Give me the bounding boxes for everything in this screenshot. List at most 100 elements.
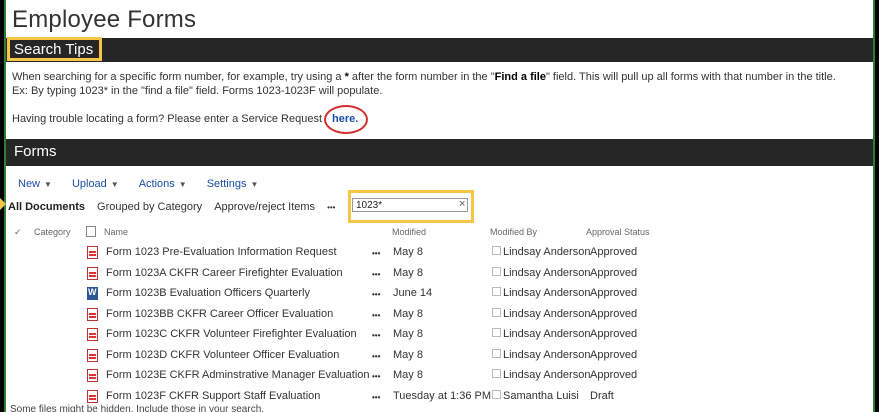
item-menu-button[interactable]: ••• bbox=[372, 311, 380, 320]
search-tips-highlight bbox=[7, 37, 102, 61]
chevron-down-icon: ▼ bbox=[250, 179, 259, 189]
service-request-text: Having trouble locating a form? Please e… bbox=[12, 113, 323, 125]
page-title: Employee Forms bbox=[12, 6, 197, 33]
clear-search-icon[interactable]: × bbox=[459, 198, 465, 210]
modified-date: May 8 bbox=[393, 348, 423, 361]
document-name-link[interactable]: Form 1023A CKFR Career Firefighter Evalu… bbox=[106, 267, 343, 279]
modified-by[interactable]: Lindsay Anderson bbox=[503, 328, 590, 340]
presence-icon bbox=[492, 369, 501, 378]
modified-by[interactable]: Lindsay Anderson bbox=[503, 246, 590, 258]
pdf-icon bbox=[87, 328, 98, 341]
item-menu-button[interactable]: ••• bbox=[372, 393, 380, 402]
item-menu-button[interactable]: ••• bbox=[372, 372, 380, 381]
tab-all-documents[interactable]: All Documents bbox=[8, 201, 85, 213]
tab-grouped-by-category[interactable]: Grouped by Category bbox=[97, 201, 202, 213]
new-label: New bbox=[18, 178, 41, 190]
table-row[interactable]: Form 1023BB CKFR Career Officer Evaluati… bbox=[6, 305, 873, 325]
tab-approve-reject[interactable]: Approve/reject Items bbox=[214, 201, 315, 213]
view-tabs: All Documents Grouped by Category Approv… bbox=[8, 201, 335, 213]
hidden-files-note: Some files might be hidden. Include thos… bbox=[10, 404, 265, 412]
document-name-link[interactable]: Form 1023F CKFR Support Staff Evaluation bbox=[106, 390, 320, 402]
modified-by[interactable]: Lindsay Anderson bbox=[503, 267, 590, 279]
modified-by[interactable]: Lindsay Anderson bbox=[503, 308, 590, 320]
item-menu-button[interactable]: ••• bbox=[372, 249, 380, 258]
approval-status: Approved bbox=[590, 266, 638, 279]
column-modified[interactable]: Modified bbox=[392, 227, 426, 237]
presence-icon bbox=[492, 246, 501, 255]
pdf-icon bbox=[87, 389, 98, 403]
pdf-icon bbox=[87, 369, 98, 382]
actions-label: Actions bbox=[138, 178, 175, 190]
presence-icon bbox=[492, 328, 501, 337]
modified-date: May 8 bbox=[393, 266, 423, 279]
settings-button[interactable]: Settings ▼ bbox=[207, 178, 259, 190]
pdf-icon bbox=[87, 307, 98, 321]
document-name-link[interactable]: Form 1023 Pre-Evaluation Information Req… bbox=[106, 246, 337, 258]
approval-status: Approved bbox=[590, 246, 638, 258]
forms-header: Forms bbox=[6, 139, 873, 166]
table-row[interactable]: Form 1023A CKFR Career Firefighter Evalu… bbox=[6, 264, 873, 284]
side-arrow-marker bbox=[0, 198, 6, 210]
modified-date: May 8 bbox=[393, 328, 423, 340]
tip-line1-mid: after the form number in the " bbox=[348, 71, 495, 83]
tip-line1-pre: When searching for a specific form numbe… bbox=[12, 71, 345, 83]
upload-button[interactable]: Upload ▼ bbox=[72, 178, 119, 190]
presence-icon bbox=[492, 287, 501, 296]
chevron-down-icon: ▼ bbox=[44, 179, 52, 189]
presence-icon bbox=[492, 307, 501, 317]
modified-date: June 14 bbox=[393, 287, 433, 299]
document-name-link[interactable]: Form 1023C CKFR Volunteer Firefighter Ev… bbox=[106, 328, 357, 340]
modified-date: Tuesday at 1:36 PM bbox=[393, 389, 492, 402]
document-name-link[interactable]: Form 1023B Evaluation Officers Quarterly bbox=[106, 287, 310, 299]
document-name-link[interactable]: Form 1023E CKFR Adminstrative Manager Ev… bbox=[106, 369, 370, 381]
modified-by[interactable]: Lindsay Anderson bbox=[503, 349, 590, 361]
new-button[interactable]: New ▼ bbox=[18, 178, 52, 190]
column-name[interactable]: Name bbox=[104, 227, 128, 237]
search-tips-text: When searching for a specific form numbe… bbox=[12, 70, 836, 98]
find-a-file-input[interactable] bbox=[352, 198, 468, 212]
table-row[interactable]: Form 1023B Evaluation Officers Quarterly… bbox=[6, 284, 873, 304]
forms-toolbar: New ▼ Upload ▼ Actions ▼ Settings ▼ bbox=[18, 178, 258, 190]
modified-by[interactable]: Lindsay Anderson bbox=[503, 287, 590, 299]
pdf-icon bbox=[87, 246, 98, 259]
approval-status: Approved bbox=[590, 369, 638, 381]
actions-button[interactable]: Actions ▼ bbox=[139, 178, 187, 190]
table-row[interactable]: Form 1023C CKFR Volunteer Firefighter Ev… bbox=[6, 325, 873, 345]
upload-label: Upload bbox=[71, 178, 107, 190]
settings-label: Settings bbox=[206, 178, 247, 190]
service-request-link[interactable]: here. bbox=[332, 113, 358, 125]
pdf-icon bbox=[87, 348, 98, 362]
presence-icon bbox=[492, 348, 501, 358]
document-name-link[interactable]: Form 1023D CKFR Volunteer Officer Evalua… bbox=[106, 349, 339, 361]
approval-status: Approved bbox=[590, 287, 638, 299]
modified-by[interactable]: Samantha Luisi bbox=[503, 390, 579, 402]
modified-by[interactable]: Lindsay Anderson bbox=[503, 369, 590, 381]
chevron-down-icon: ▼ bbox=[110, 179, 119, 189]
table-row[interactable]: Form 1023D CKFR Volunteer Officer Evalua… bbox=[6, 346, 873, 366]
table-row[interactable]: Form 1023 Pre-Evaluation Information Req… bbox=[6, 243, 873, 263]
modified-date: May 8 bbox=[393, 246, 423, 258]
item-menu-button[interactable]: ••• bbox=[372, 331, 380, 340]
table-row[interactable]: Form 1023E CKFR Adminstrative Manager Ev… bbox=[6, 366, 873, 386]
column-modified-by[interactable]: Modified By bbox=[490, 227, 537, 237]
modified-date: May 8 bbox=[393, 307, 423, 320]
document-type-icon bbox=[86, 226, 96, 237]
word-icon bbox=[87, 287, 98, 300]
column-approval-status[interactable]: Approval Status bbox=[586, 227, 650, 237]
tip-line2: Ex: By typing 1023* in the "find a file"… bbox=[12, 85, 383, 97]
column-category[interactable]: Category bbox=[34, 227, 71, 237]
forms-heading: Forms bbox=[14, 143, 57, 160]
page-frame: Employee Forms Search Tips When searchin… bbox=[4, 0, 875, 412]
select-all-checkmark-icon[interactable]: ✓ bbox=[14, 227, 22, 238]
approval-status: Approved bbox=[590, 348, 638, 361]
document-name-link[interactable]: Form 1023BB CKFR Career Officer Evaluati… bbox=[106, 308, 333, 320]
pdf-icon bbox=[87, 266, 98, 280]
search-tips-header: Search Tips bbox=[6, 38, 873, 62]
tip-line1-post: " field. This will pull up all forms wit… bbox=[545, 71, 836, 83]
approval-status: Approved bbox=[590, 307, 638, 320]
item-menu-button[interactable]: ••• bbox=[372, 270, 380, 279]
item-menu-button[interactable]: ••• bbox=[372, 352, 380, 361]
more-views-button[interactable]: ••• bbox=[327, 203, 335, 212]
item-menu-button[interactable]: ••• bbox=[372, 290, 380, 299]
approval-status: Draft bbox=[590, 389, 614, 402]
